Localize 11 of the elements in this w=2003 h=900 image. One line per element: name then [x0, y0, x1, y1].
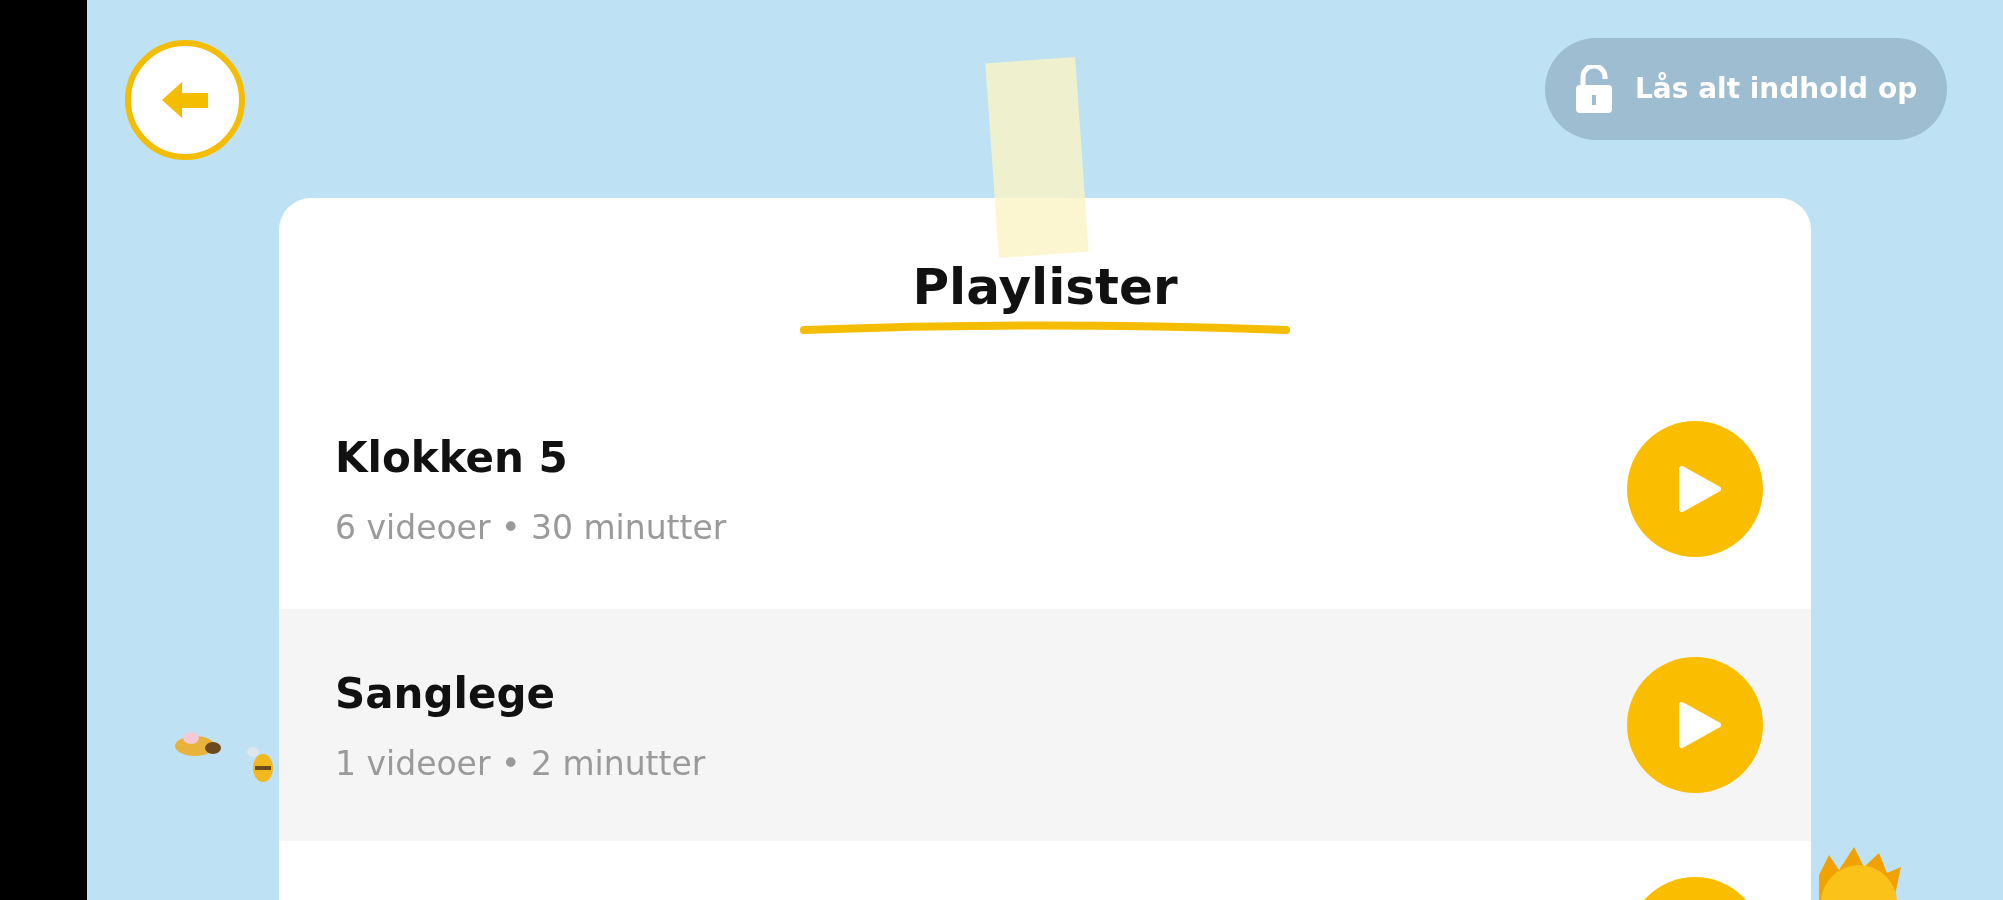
page-title: Playlister — [911, 260, 1179, 315]
playlist-info: 6 videoer • 30 minutter — [335, 506, 727, 549]
playlist-row[interactable]: Klokken 5 6 videoer • 30 minutter — [279, 369, 1811, 609]
playlist-row[interactable]: Sanglege 1 videoer • 2 minutter — [279, 609, 1811, 841]
playlist-title: Klokken 5 — [335, 431, 569, 484]
unlock-icon — [1575, 65, 1613, 113]
back-arrow-icon — [162, 82, 208, 118]
play-icon — [1678, 701, 1722, 749]
playlist-info: 1 videoer • 2 minutter — [335, 742, 706, 785]
play-icon — [1678, 465, 1722, 513]
playlist-title: Sanglege — [335, 667, 556, 720]
